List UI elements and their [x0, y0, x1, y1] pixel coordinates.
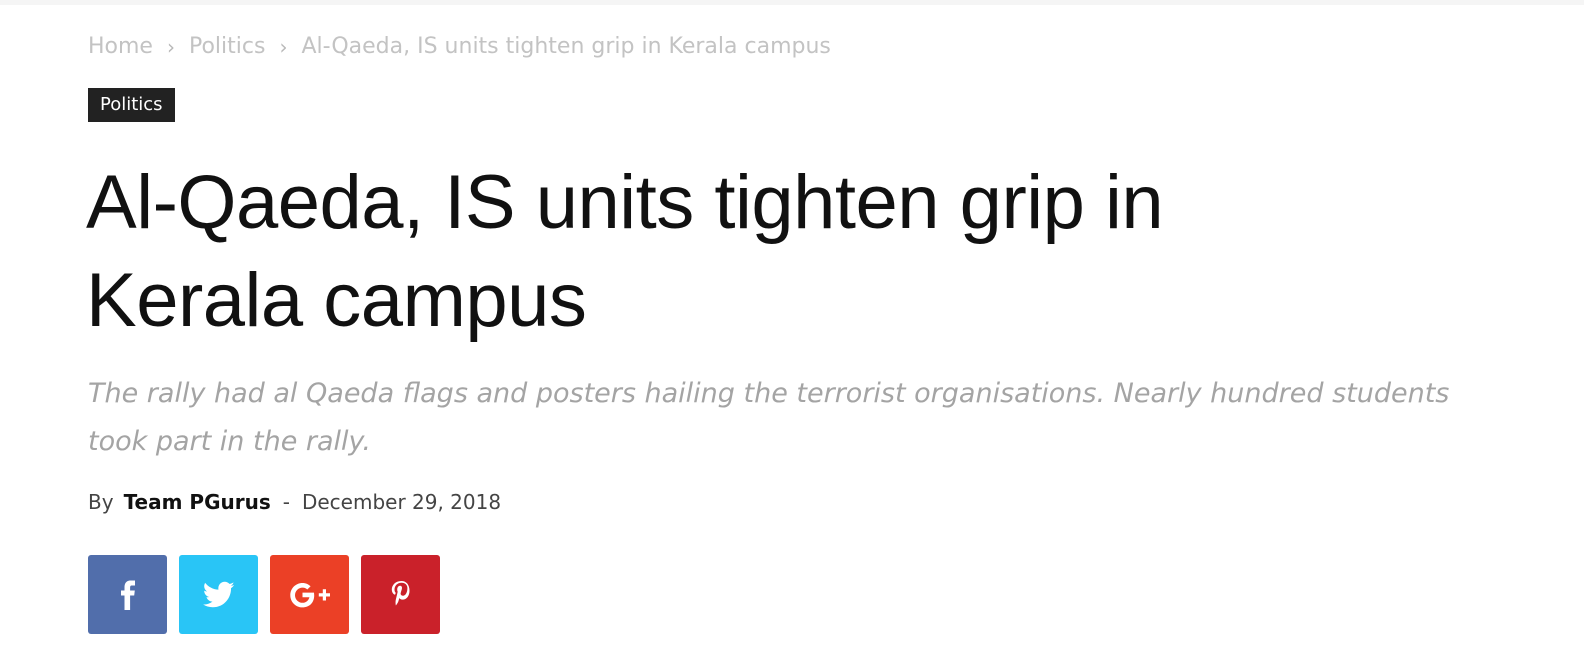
googleplus-share-button[interactable] — [270, 555, 349, 634]
article-subtitle: The rally had al Qaeda flags and posters… — [88, 378, 1450, 457]
meta-separator: - — [282, 490, 290, 514]
pinterest-icon — [390, 580, 412, 610]
breadcrumb-separator-icon: › — [166, 34, 175, 59]
by-label: By — [88, 490, 114, 514]
author-link[interactable]: Team PGurus — [124, 490, 271, 514]
pinterest-share-button[interactable] — [361, 555, 440, 634]
breadcrumb-home-link[interactable]: Home — [88, 34, 153, 59]
breadcrumb: Home › Politics › Al-Qaeda, IS units tig… — [88, 34, 831, 59]
top-strip — [0, 0, 1584, 5]
share-buttons — [88, 555, 440, 634]
facebook-share-button[interactable] — [88, 555, 167, 634]
googleplus-icon — [289, 581, 331, 609]
twitter-share-button[interactable] — [179, 555, 258, 634]
breadcrumb-separator-icon: › — [279, 34, 288, 59]
article-meta: By Team PGurus - December 29, 2018 — [88, 490, 501, 514]
breadcrumb-current-link[interactable]: Al-Qaeda, IS units tighten grip in Keral… — [301, 34, 830, 59]
facebook-icon — [116, 580, 140, 610]
breadcrumb-section-link[interactable]: Politics — [189, 34, 265, 59]
article-title: Al-Qaeda, IS units tighten grip in Keral… — [86, 160, 1164, 343]
twitter-icon — [202, 581, 235, 609]
publish-date: December 29, 2018 — [301, 490, 502, 514]
category-tag[interactable]: Politics — [88, 88, 175, 122]
